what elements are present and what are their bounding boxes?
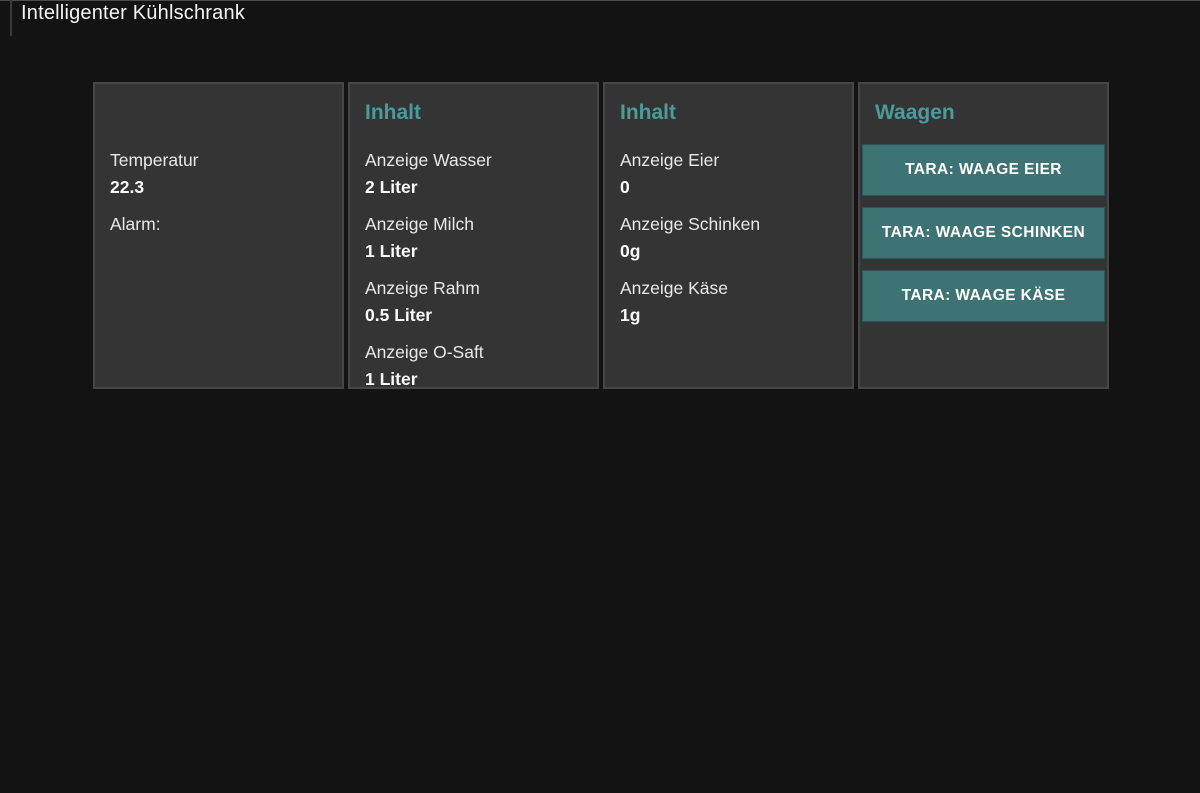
- panels-container: Temperatur 22.3 Alarm: Inhalt Anzeige Wa…: [93, 82, 1109, 389]
- tara-waage-eier-button[interactable]: TARA: WAAGE EIER: [862, 144, 1105, 196]
- window-top-border: [0, 0, 1200, 1]
- metric-schinken: Anzeige Schinken 0g: [620, 211, 837, 265]
- panel-status-header: [110, 100, 327, 126]
- metric-temperature-value: 22.3: [110, 174, 327, 201]
- metric-schinken-label: Anzeige Schinken: [620, 211, 837, 238]
- metric-osaft: Anzeige O-Saft 1 Liter: [365, 339, 582, 389]
- tara-buttons-group: TARA: WAAGE EIER TARA: WAAGE SCHINKEN TA…: [862, 144, 1105, 322]
- page-title: Intelligenter Kühlschrank: [21, 2, 245, 25]
- metric-kaese: Anzeige Käse 1g: [620, 275, 837, 329]
- panel-inhalt-goods: Inhalt Anzeige Eier 0 Anzeige Schinken 0…: [603, 82, 854, 389]
- metric-kaese-value: 1g: [620, 302, 837, 329]
- metric-temperature: Temperatur 22.3: [110, 147, 327, 201]
- panel-inhalt-goods-header: Inhalt: [620, 100, 837, 126]
- panel-status: Temperatur 22.3 Alarm:: [93, 82, 344, 389]
- metric-wasser-label: Anzeige Wasser: [365, 147, 582, 174]
- metric-rahm-label: Anzeige Rahm: [365, 275, 582, 302]
- metric-eier-label: Anzeige Eier: [620, 147, 837, 174]
- metric-milch-label: Anzeige Milch: [365, 211, 582, 238]
- metric-milch: Anzeige Milch 1 Liter: [365, 211, 582, 265]
- metric-rahm: Anzeige Rahm 0.5 Liter: [365, 275, 582, 329]
- panel-waagen: Waagen TARA: WAAGE EIER TARA: WAAGE SCHI…: [858, 82, 1109, 389]
- metric-eier-value: 0: [620, 174, 837, 201]
- metric-rahm-value: 0.5 Liter: [365, 302, 582, 329]
- metric-osaft-value: 1 Liter: [365, 366, 582, 389]
- metric-alarm: Alarm:: [110, 211, 327, 265]
- metric-kaese-label: Anzeige Käse: [620, 275, 837, 302]
- panel-inhalt-liquids: Inhalt Anzeige Wasser 2 Liter Anzeige Mi…: [348, 82, 599, 389]
- metric-wasser: Anzeige Wasser 2 Liter: [365, 147, 582, 201]
- metric-temperature-label: Temperatur: [110, 147, 327, 174]
- metric-schinken-value: 0g: [620, 238, 837, 265]
- metric-wasser-value: 2 Liter: [365, 174, 582, 201]
- metric-milch-value: 1 Liter: [365, 238, 582, 265]
- metric-eier: Anzeige Eier 0: [620, 147, 837, 201]
- title-caret-line: [10, 0, 12, 36]
- panel-waagen-header: Waagen: [875, 100, 1105, 126]
- tara-waage-schinken-button[interactable]: TARA: WAAGE SCHINKEN: [862, 207, 1105, 259]
- metric-alarm-label: Alarm:: [110, 211, 327, 238]
- metric-osaft-label: Anzeige O-Saft: [365, 339, 582, 366]
- tara-waage-kaese-button[interactable]: TARA: WAAGE KÄSE: [862, 270, 1105, 322]
- panel-inhalt-liquids-header: Inhalt: [365, 100, 582, 126]
- metric-alarm-value: [110, 238, 327, 265]
